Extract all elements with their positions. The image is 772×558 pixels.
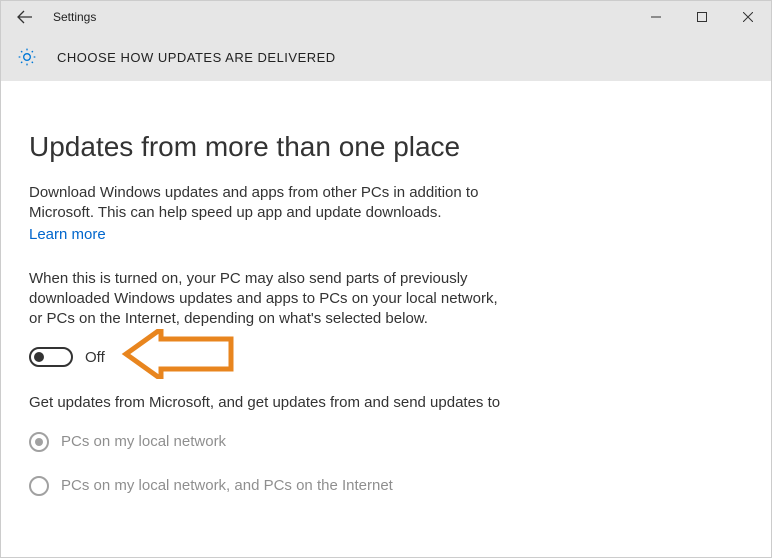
description-3: Get updates from Microsoft, and get upda… xyxy=(29,393,513,413)
radio-circle-icon xyxy=(29,476,49,496)
learn-more-link[interactable]: Learn more xyxy=(29,226,106,243)
delivery-toggle[interactable] xyxy=(29,347,73,367)
maximize-button[interactable] xyxy=(679,1,725,33)
back-button[interactable] xyxy=(9,1,41,33)
toggle-state-label: Off xyxy=(85,349,105,366)
minimize-button[interactable] xyxy=(633,1,679,33)
window-controls xyxy=(633,1,771,33)
window-title: Settings xyxy=(53,10,96,24)
content-area: Updates from more than one place Downloa… xyxy=(1,81,541,496)
toggle-knob xyxy=(34,352,44,362)
radio-label-1: PCs on my local network xyxy=(61,433,226,450)
minimize-icon xyxy=(651,12,661,22)
subheader-text: CHOOSE HOW UPDATES ARE DELIVERED xyxy=(57,50,336,65)
toggle-row: Off xyxy=(29,347,513,367)
titlebar: Settings xyxy=(1,1,771,33)
radio-option-internet[interactable]: PCs on my local network, and PCs on the … xyxy=(29,476,513,496)
close-button[interactable] xyxy=(725,1,771,33)
radio-label-2: PCs on my local network, and PCs on the … xyxy=(61,477,393,494)
radio-circle-icon xyxy=(29,432,49,452)
gear-icon xyxy=(17,47,37,67)
description-1: Download Windows updates and apps from o… xyxy=(29,183,513,224)
page-heading: Updates from more than one place xyxy=(29,131,513,163)
description-2: When this is turned on, your PC may also… xyxy=(29,269,513,330)
close-icon xyxy=(743,12,753,22)
arrow-left-icon xyxy=(17,9,33,25)
maximize-icon xyxy=(697,12,707,22)
page-subheader: CHOOSE HOW UPDATES ARE DELIVERED xyxy=(1,33,771,81)
radio-dot-icon xyxy=(35,438,43,446)
radio-option-local[interactable]: PCs on my local network xyxy=(29,432,513,452)
